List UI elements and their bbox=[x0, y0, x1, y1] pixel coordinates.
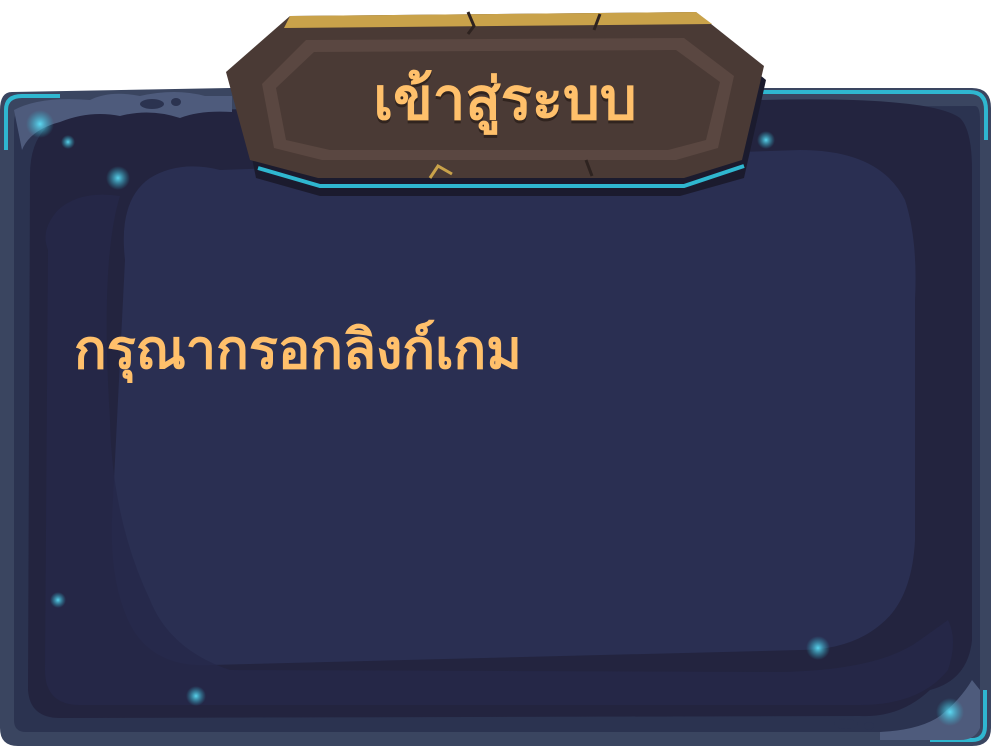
dialog-title: เข้าสู่ระบบ bbox=[373, 65, 637, 133]
login-dialog: เข้าสู่ระบบ กรุณากรอกลิงก์เกม bbox=[0, 0, 991, 746]
dialog-message: กรุณากรอกลิงก์เกม bbox=[74, 318, 522, 381]
